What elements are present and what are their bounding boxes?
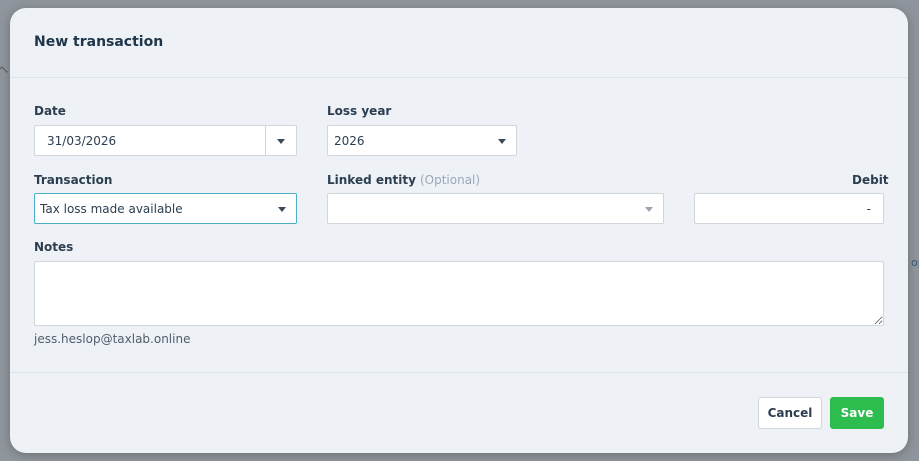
debit-value: - — [866, 202, 871, 216]
debit-input[interactable]: - — [694, 193, 884, 224]
save-button[interactable]: Save — [830, 397, 884, 429]
transaction-label: Transaction — [34, 173, 113, 187]
cancel-button[interactable]: Cancel — [758, 397, 822, 429]
transaction-chevron-down-icon — [278, 207, 286, 212]
date-value: 31/03/2026 — [47, 134, 117, 148]
debit-label: Debit — [852, 173, 889, 187]
linked-entity-select[interactable] — [327, 193, 664, 224]
date-divider — [265, 126, 266, 155]
backdrop-edge-text: op — [911, 256, 919, 269]
new-transaction-modal: New transaction Date 31/03/2026 Loss yea… — [10, 8, 908, 453]
loss-year-label: Loss year — [327, 104, 392, 118]
date-label: Date — [34, 104, 66, 118]
backdrop-chevron-icon — [0, 66, 8, 78]
linked-entity-label-text: Linked entity — [327, 173, 416, 187]
modal-header: New transaction — [10, 8, 908, 78]
optional-hint: (Optional) — [419, 173, 481, 187]
notes-label: Notes — [34, 240, 74, 254]
loss-year-value: 2026 — [334, 134, 365, 148]
date-picker[interactable]: 31/03/2026 — [34, 125, 297, 156]
loss-year-select[interactable]: 2026 — [327, 125, 517, 156]
notes-textarea[interactable] — [34, 261, 884, 326]
transaction-select[interactable]: Tax loss made available — [34, 193, 297, 224]
date-dropdown-icon[interactable] — [277, 139, 285, 144]
footer-divider — [10, 372, 908, 373]
loss-year-chevron-down-icon — [498, 139, 506, 144]
modal-title: New transaction — [34, 34, 164, 50]
linked-entity-label: Linked entity (Optional) — [327, 173, 480, 187]
transaction-value: Tax loss made available — [40, 202, 183, 216]
user-email: jess.heslop@taxlab.online — [34, 332, 191, 346]
linked-entity-chevron-down-icon — [645, 207, 653, 212]
